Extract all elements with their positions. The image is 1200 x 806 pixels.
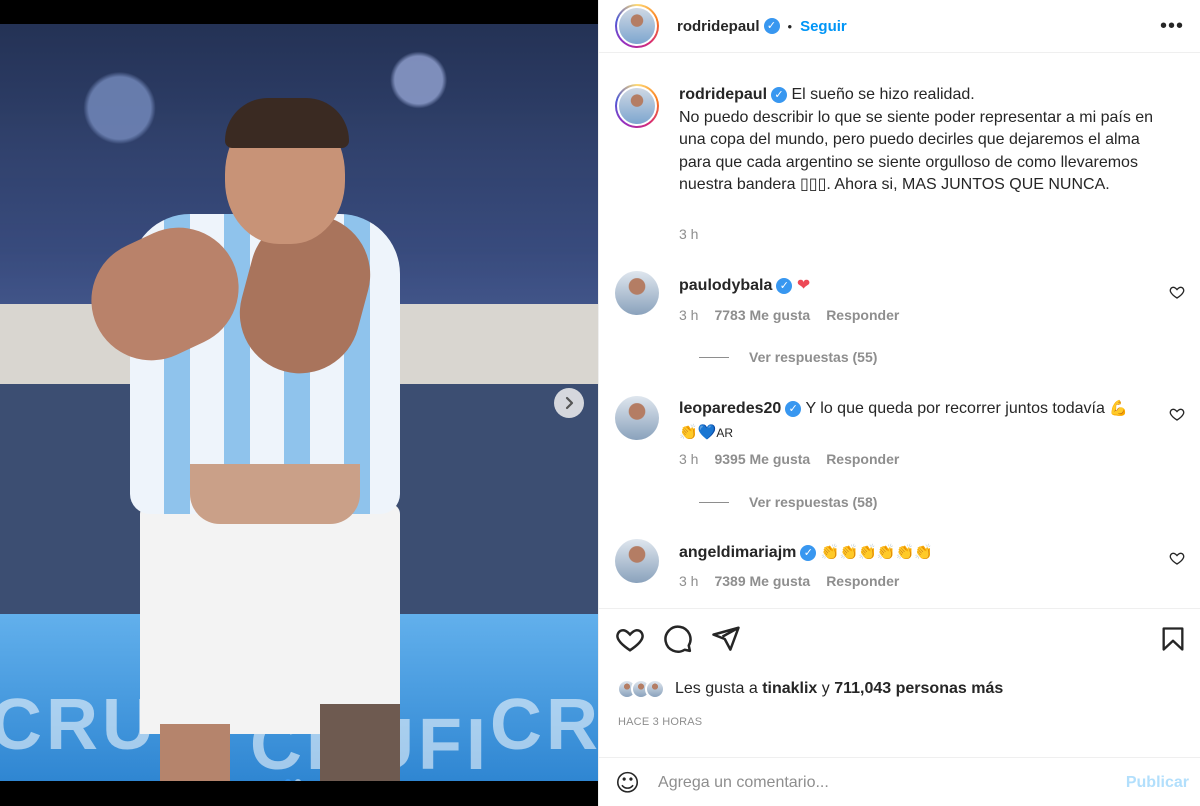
comment-likes[interactable]: 7783 Me gusta	[714, 307, 810, 323]
post-header: rodridepaul ✓ • Seguir •••	[599, 0, 1200, 53]
comment-username[interactable]: leoparedes20	[679, 400, 781, 417]
save-button[interactable]	[1159, 624, 1187, 654]
carousel-dot	[285, 779, 291, 781]
comment-meta: 3 h 7783 Me gusta Responder	[679, 307, 899, 323]
avatar-image	[617, 6, 657, 46]
like-comment-heart-icon[interactable]	[1169, 406, 1185, 422]
clap-heart-emoji: 👏💙	[679, 422, 717, 441]
next-image-button[interactable]	[554, 388, 584, 418]
likes-summary: Les gusta a tinaklix y 711,043 personas …	[617, 679, 1003, 699]
comment-avatar[interactable]	[615, 396, 659, 440]
comment-likes[interactable]: 7389 Me gusta	[714, 573, 810, 589]
comment-username[interactable]: angeldimariajm	[679, 544, 796, 561]
player-hair	[225, 98, 349, 148]
like-comment-heart-icon[interactable]	[1169, 284, 1185, 300]
view-replies-label: Ver respuestas (58)	[749, 494, 878, 510]
replies-line	[699, 501, 729, 503]
liker-avatar	[645, 679, 665, 699]
comment-likes[interactable]: 9395 Me gusta	[714, 451, 810, 467]
post-actions: Les gusta a tinaklix y 711,043 personas …	[599, 608, 1200, 806]
share-paper-plane-icon[interactable]	[711, 624, 741, 654]
player-belly	[190, 464, 360, 524]
dot-separator: •	[787, 18, 793, 34]
comment-meta: 3 h 9395 Me gusta Responder	[679, 451, 899, 467]
publish-button[interactable]: Publicar	[1126, 774, 1189, 792]
caption-avatar[interactable]	[615, 84, 659, 128]
view-replies[interactable]: Ver respuestas (55)	[699, 349, 877, 365]
author-avatar[interactable]	[615, 4, 659, 48]
like-comment-heart-icon[interactable]	[1169, 550, 1185, 566]
comment-text: paulodybala ✓ ❤	[679, 275, 1169, 298]
action-icons	[615, 624, 741, 654]
verified-badge-icon: ✓	[776, 277, 793, 294]
likes-text: Les gusta a tinaklix y 711,043 personas …	[675, 680, 1003, 698]
player-leg-left	[160, 724, 230, 781]
comment-time[interactable]: 3 h	[679, 451, 698, 467]
caption-line1: El sueño se hizo realidad.	[791, 86, 975, 103]
post-media: CRUF CRUFI CRUF	[0, 0, 598, 806]
comment-time[interactable]: 3 h	[679, 573, 698, 589]
caption-username[interactable]: rodridepaul	[679, 86, 767, 103]
likes-conj: y	[821, 680, 830, 697]
post-photo[interactable]: CRUF CRUFI CRUF	[0, 24, 598, 781]
verified-badge-icon: ✓	[800, 544, 817, 561]
comments-section[interactable]: rodridepaul ✓ El sueño se hizo realidad. …	[599, 64, 1200, 607]
player-shorts	[140, 504, 400, 734]
comment-text: leoparedes20 ✓ Y lo que queda por recorre…	[679, 397, 1169, 444]
comment-meta: 3 h 7389 Me gusta Responder	[679, 573, 899, 589]
comment-avatar[interactable]	[615, 539, 659, 583]
bookmark-icon	[1162, 627, 1184, 651]
likes-count[interactable]: 711,043 personas más	[834, 680, 1003, 697]
author-username[interactable]: rodridepaul	[677, 18, 760, 35]
avatar-image	[617, 86, 657, 126]
flexed-biceps-emoji: 💪	[1109, 399, 1129, 417]
comment-bubble-icon[interactable]	[663, 624, 693, 654]
board-text-right: CRUF	[490, 685, 598, 765]
carousel-dots	[285, 779, 301, 781]
carousel-dot	[295, 779, 301, 781]
emoji-picker-icon[interactable]: ☺	[615, 769, 640, 797]
comment-input[interactable]	[658, 773, 1099, 792]
verified-badge-icon: ✓	[763, 18, 780, 34]
caption-body: No puedo describir lo que se siente pode…	[679, 108, 1154, 194]
add-comment-bar: ☺ Publicar	[599, 757, 1200, 806]
caption-time[interactable]: 3 h	[679, 226, 698, 242]
comment-body: Y lo que queda por recorrer juntos todav…	[805, 400, 1105, 417]
caption-text: rodridepaul ✓ El sueño se hizo realidad. …	[679, 84, 1169, 197]
likes-user[interactable]: tinaklix	[762, 680, 817, 697]
reply-button[interactable]: Responder	[826, 573, 899, 589]
replies-line	[699, 356, 729, 358]
post-panel: rodridepaul ✓ • Seguir ••• rodridepaul ✓ …	[598, 0, 1200, 806]
clapping-emojis: 👏👏👏👏👏👏	[820, 543, 933, 561]
chevron-right-icon	[565, 396, 574, 410]
comment-time[interactable]: 3 h	[679, 307, 698, 323]
comment-avatar[interactable]	[615, 271, 659, 315]
reply-button[interactable]: Responder	[826, 307, 899, 323]
verified-badge-icon: ✓	[771, 86, 788, 103]
likes-prefix: Les gusta a	[675, 680, 758, 697]
view-replies[interactable]: Ver respuestas (58)	[699, 494, 877, 510]
player-leg-right	[320, 704, 400, 781]
verified-badge-icon: ✓	[785, 400, 802, 417]
more-options-icon[interactable]: •••	[1160, 15, 1184, 38]
comment-text: angeldimariajm ✓ 👏👏👏👏👏👏	[679, 541, 1169, 565]
comment-username[interactable]: paulodybala	[679, 277, 772, 294]
reply-button[interactable]: Responder	[826, 451, 899, 467]
caption-meta: 3 h	[679, 226, 698, 242]
red-heart-emoji: ❤	[796, 277, 811, 294]
flag-emoji: AR	[716, 425, 734, 440]
view-replies-label: Ver respuestas (55)	[749, 349, 878, 365]
follow-button[interactable]: Seguir	[800, 18, 847, 35]
post-time-ago[interactable]: HACE 3 HORAS	[618, 716, 702, 728]
like-heart-icon[interactable]	[615, 624, 645, 654]
